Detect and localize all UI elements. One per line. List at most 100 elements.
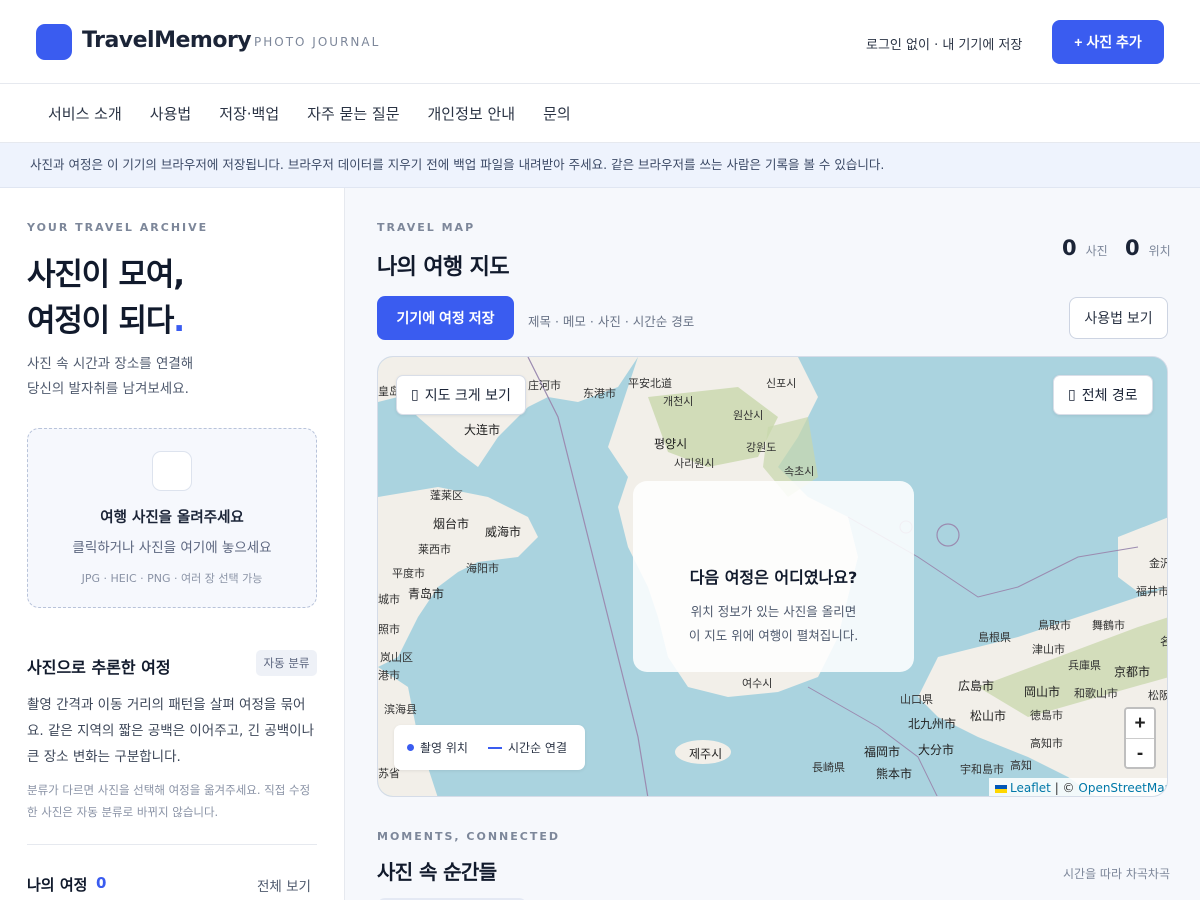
ukraine-flag-icon xyxy=(995,784,1007,793)
map-label: 名 xyxy=(1160,633,1167,649)
full-route-label: 전체 경로 xyxy=(1081,388,1138,404)
place-count-stat: 0 위치 xyxy=(1125,236,1171,260)
nav-item-privacy[interactable]: 개인정보 안내 xyxy=(414,103,530,124)
map-label: 熊本市 xyxy=(876,767,913,781)
main-nav: 서비스 소개 사용법 저장·백업 자주 묻는 질문 개인정보 안내 문의 xyxy=(0,84,1200,143)
map-label: 滨海县 xyxy=(384,703,417,716)
map-label: 제주시 xyxy=(689,747,723,761)
map-label: 和歌山市 xyxy=(1074,687,1118,700)
nav-item-howto[interactable]: 사용법 xyxy=(136,103,205,124)
full-route-button[interactable]: ▯ 전체 경로 xyxy=(1053,375,1153,415)
map-kicker: TRAVEL MAP xyxy=(377,221,476,234)
auto-classify-badge: 자동 분류 xyxy=(256,650,317,676)
dropzone-title: 여행 사진을 올려주세요 xyxy=(100,510,244,526)
expand-map-button[interactable]: ▯ 지도 크게 보기 xyxy=(396,375,526,415)
inferred-trips-title: 사진으로 추론한 여정 xyxy=(27,658,171,677)
map-label: 威海市 xyxy=(485,525,522,539)
leaflet-link[interactable]: Leaflet xyxy=(1010,781,1051,795)
map-label: 平度市 xyxy=(392,567,425,580)
nav-item-contact[interactable]: 문의 xyxy=(529,103,585,124)
map-label: 속초시 xyxy=(784,465,815,478)
map-label: 福井市 xyxy=(1136,585,1168,598)
map-label: 烟台市 xyxy=(433,517,470,531)
my-trips-count: 0 xyxy=(96,874,107,892)
zoom-control: + - xyxy=(1124,707,1156,769)
my-trips-label: 나의 여정 xyxy=(27,876,88,894)
map-label: 山口県 xyxy=(900,693,933,706)
map-label: 城市 xyxy=(378,593,400,606)
map-attribution: Leaflet | © OpenStreetMap xyxy=(989,778,1167,796)
empty-map-overlay: 다음 여정은 어디였나요? 위치 정보가 있는 사진을 올리면 이 지도 위에 … xyxy=(633,481,914,672)
nav-item-about[interactable]: 서비스 소개 xyxy=(34,103,136,124)
photo-upload-dropzone[interactable]: 여행 사진을 올려주세요 클릭하거나 사진을 여기에 놓으세요 JPG · HE… xyxy=(27,428,317,608)
nav-item-faq[interactable]: 자주 묻는 질문 xyxy=(293,103,413,124)
view-all-trips-link[interactable]: 전체 보기 xyxy=(257,875,311,895)
logo-icon[interactable] xyxy=(36,24,72,60)
map-label: 강원도 xyxy=(746,441,777,454)
map-label: 平安北道 xyxy=(628,377,672,390)
app-header: TravelMemory PHOTO JOURNAL 로그인 없이 · 내 기기… xyxy=(0,0,1200,84)
map-label: 島根県 xyxy=(978,631,1011,644)
attribution-separator: | © xyxy=(1054,781,1075,795)
sidebar: YOUR TRAVEL ARCHIVE 사진이 모여, 여정이 되다. 사진 속… xyxy=(0,188,345,900)
divider xyxy=(27,844,317,845)
map-label: 徳島市 xyxy=(1030,709,1063,722)
headline-line-1: 사진이 모여, xyxy=(27,257,185,293)
headline-line-2: 여정이 되다 xyxy=(27,303,174,339)
nav-item-backup[interactable]: 저장·백업 xyxy=(205,103,293,124)
map-label: 莱西市 xyxy=(418,543,451,556)
travel-map[interactable]: 庄河市 东港市 平安北道 신포시 皇岛 大连市 개천시 원산시 평양시 강원도 … xyxy=(377,356,1168,797)
map-label: 北九州市 xyxy=(908,717,957,731)
map-label: 広島市 xyxy=(958,679,995,693)
inferred-trips-note: 분류가 다르면 사진을 선택해 여정을 옮겨주세요. 직접 수정한 사진은 자동… xyxy=(27,783,311,819)
overlay-line-1: 위치 정보가 있는 사진을 올리면 xyxy=(690,604,857,619)
dropzone-formats: JPG · HEIC · PNG · 여러 장 선택 가능 xyxy=(81,572,263,585)
desc-line-1: 사진 속 시간과 장소를 연결해 xyxy=(27,356,194,372)
map-title: 나의 여행 지도 xyxy=(377,255,510,280)
route-icon: ▯ xyxy=(1068,387,1076,403)
map-label: 照市 xyxy=(378,623,400,636)
save-trip-button[interactable]: 기기에 여정 저장 xyxy=(377,296,514,340)
howto-button[interactable]: 사용법 보기 xyxy=(1069,297,1168,339)
photo-point-icon xyxy=(407,744,414,751)
map-label: 長崎県 xyxy=(812,761,845,774)
map-label: 福岡市 xyxy=(864,745,901,759)
expand-icon: ▯ xyxy=(411,387,419,403)
save-contents-hint: 제목 · 메모 · 사진 · 시간순 경로 xyxy=(528,314,695,329)
map-label: 宇和島市 xyxy=(960,763,1004,776)
map-label: 舞鶴市 xyxy=(1092,619,1125,632)
map-label: 高知市 xyxy=(1030,737,1063,750)
map-label: 兵庫県 xyxy=(1068,659,1101,672)
map-label: 鳥取市 xyxy=(1038,619,1071,632)
map-label: 高知 xyxy=(1010,759,1032,772)
sidebar-headline: 사진이 모여, 여정이 되다. xyxy=(27,252,185,344)
zoom-in-button[interactable]: + xyxy=(1126,709,1154,738)
overlay-line-2: 이 지도 위에 여행이 펼쳐집니다. xyxy=(688,628,859,643)
map-label: 金沢 xyxy=(1149,557,1167,570)
map-label: 평양시 xyxy=(654,437,688,451)
desc-line-2: 당신의 발자취를 남겨보세요. xyxy=(27,381,189,397)
sidebar-kicker: YOUR TRAVEL ARCHIVE xyxy=(27,221,209,234)
brand-name[interactable]: TravelMemory xyxy=(82,28,252,53)
map-legend: 촬영 위치 시간순 연결 xyxy=(394,725,585,770)
sidebar-description: 사진 속 시간과 장소를 연결해 당신의 발자취를 남겨보세요. xyxy=(27,352,193,402)
map-label: 青岛市 xyxy=(408,587,445,601)
photo-count-label: 사진 xyxy=(1085,244,1108,258)
osm-link[interactable]: OpenStreetMap xyxy=(1078,781,1167,795)
legend-point-label: 촬영 위치 xyxy=(420,741,468,755)
add-photo-button[interactable]: + 사진 추가 xyxy=(1052,20,1164,64)
map-label: 松山市 xyxy=(970,709,1007,723)
map-label: 岡山市 xyxy=(1024,685,1061,699)
place-count-label: 위치 xyxy=(1148,244,1171,258)
moments-hint: 시간을 따라 차곡차곡 xyxy=(1063,867,1170,881)
map-label: 松阪 xyxy=(1148,689,1168,702)
map-label: 津山市 xyxy=(1032,643,1065,656)
map-label: 大分市 xyxy=(918,743,955,757)
main-content: TRAVEL MAP 나의 여행 지도 0 사진 0 위치 기기에 여정 저장 … xyxy=(345,188,1200,900)
map-label: 개천시 xyxy=(663,395,694,408)
overlay-description: 위치 정보가 있는 사진을 올리면 이 지도 위에 여행이 펼쳐집니다. xyxy=(633,600,914,648)
map-label: 港市 xyxy=(378,669,400,682)
map-label: 东港市 xyxy=(583,387,616,400)
place-count: 0 xyxy=(1125,236,1140,260)
zoom-out-button[interactable]: - xyxy=(1126,739,1154,767)
